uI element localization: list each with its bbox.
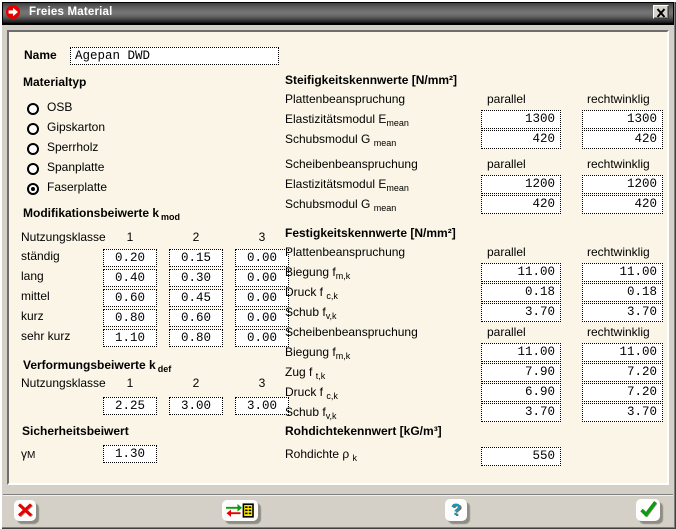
svg-text:?: ? — [451, 500, 461, 519]
